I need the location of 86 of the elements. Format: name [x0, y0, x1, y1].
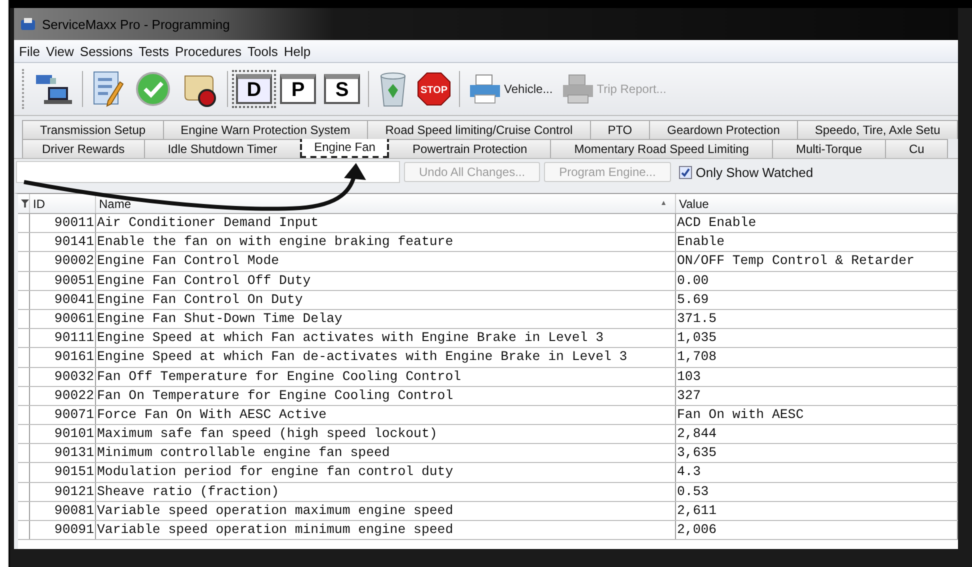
window-title: ServiceMaxx Pro - Programming	[42, 16, 230, 32]
menu-item[interactable]: Procedures	[175, 44, 242, 58]
menu-item[interactable]: Tests	[138, 44, 169, 58]
menu-item[interactable]: File	[19, 44, 40, 58]
tab[interactable]: Driver Rewards	[22, 139, 145, 158]
tab[interactable]: Geardown Protection	[649, 120, 798, 139]
table-cell: Fan On Temperature for Engine Cooling Control	[96, 386, 676, 405]
filter-icon[interactable]	[21, 199, 29, 208]
mode-button[interactable]: S	[324, 74, 360, 104]
table-cell: 90011	[30, 214, 96, 232]
table-cell: ACD Enable	[676, 214, 958, 232]
table-cell: Modulation period for engine fan control duty	[96, 463, 676, 482]
table-cell: Air Conditioner Demand Input	[96, 214, 676, 232]
table-cell: 90111	[30, 329, 96, 348]
tab[interactable]: Engine Warn Protection System	[162, 120, 368, 139]
table-cell: Engine Speed at which Fan de-activates with Engine Brake in Level 3	[96, 348, 676, 366]
table-cell: 90131	[30, 444, 96, 462]
menu-item[interactable]: Tools	[247, 44, 278, 58]
table-cell: Variable speed operation minimum engine speed	[96, 521, 676, 540]
tab[interactable]: Idle Shutdown Timer	[144, 139, 302, 158]
table-cell: 90071	[30, 406, 96, 424]
table-cell: 5.69	[676, 290, 958, 309]
watch-checkbox[interactable]: Only Show Watched	[678, 164, 814, 180]
table-cell: Engine Fan Control On Duty	[96, 290, 676, 309]
tab[interactable]: PTO	[590, 120, 650, 139]
stop-sign-icon[interactable]: STOP	[417, 72, 451, 106]
tab[interactable]: Road Speed limiting/Cruise Control	[367, 120, 591, 139]
checkbox[interactable]	[678, 166, 692, 178]
tab[interactable]: Powertrain Protection	[388, 139, 552, 158]
table-cell: Engine Speed at which Fan activates with Engine Brake in Level 3	[96, 329, 676, 348]
table-cell: 0.00	[676, 272, 958, 290]
menu-item[interactable]: Help	[284, 44, 311, 58]
table-cell: 90141	[30, 233, 96, 252]
tab[interactable]: Speedo, Tire, Axle Setu	[796, 120, 958, 139]
print-button[interactable]: Vehicle...	[468, 73, 553, 105]
table-cell: Fan Off Temperature for Engine Cooling Control	[96, 368, 676, 386]
table-cell: 0.53	[676, 482, 958, 501]
table-cell: 90061	[30, 310, 96, 328]
checkmark-icon[interactable]	[135, 71, 171, 107]
table-cell: 103	[676, 368, 958, 386]
table-cell: 2,611	[676, 502, 958, 520]
table-cell: Variable speed operation maximum engine speed	[96, 502, 676, 520]
table-cell: 90151	[30, 463, 96, 482]
mode-button[interactable]: P	[280, 74, 316, 104]
table-cell: ON/OFF Temp Control & Retarder	[676, 252, 958, 271]
menu-item[interactable]: Sessions	[80, 44, 133, 58]
table-cell: Engine Fan Control Off Duty	[96, 272, 676, 290]
column-header[interactable]: ID	[30, 194, 96, 213]
table-cell: Maximum safe fan speed (high speed lockout)	[96, 425, 676, 444]
table-cell: 2,006	[676, 521, 958, 540]
table-cell: Force Fan On With AESC Active	[96, 406, 676, 424]
table-cell: Fan On with AESC	[676, 406, 958, 424]
printer-icon	[560, 73, 595, 105]
table-cell: 1,035	[676, 329, 958, 348]
table-cell: 371.5	[676, 310, 958, 328]
tab[interactable]: Momentary Road Speed Limiting	[550, 139, 773, 158]
table-cell: Minimum controllable engine fan speed	[96, 444, 676, 462]
check-icon	[680, 166, 691, 178]
table-cell: 3,635	[676, 444, 958, 462]
tab[interactable]: Cu	[885, 139, 948, 158]
table-cell: Enable the fan on with engine braking feature	[96, 233, 676, 252]
menu-item[interactable]: View	[46, 44, 74, 58]
table-cell: Engine Fan Control Mode	[96, 252, 676, 271]
table-cell: 327	[676, 386, 958, 405]
filter-field[interactable]	[16, 161, 400, 183]
table-cell: 2,844	[676, 425, 958, 444]
table-cell: 90041	[30, 290, 96, 309]
table-cell: 90051	[30, 272, 96, 290]
tab[interactable]: Engine Fan	[300, 139, 390, 158]
table-cell: 4.3	[676, 463, 958, 482]
printer-icon	[468, 73, 502, 105]
column-header[interactable]: Value	[676, 194, 958, 213]
table-cell: 90002	[30, 252, 96, 271]
table-cell: 90022	[30, 386, 96, 405]
table-cell: 90161	[30, 348, 96, 366]
tab[interactable]: Multi-Torque	[772, 139, 886, 158]
table-cell: 1,708	[676, 348, 958, 366]
table-cell: 90101	[30, 425, 96, 444]
tab[interactable]: Transmission Setup	[22, 120, 164, 139]
table-cell: 90081	[30, 502, 96, 520]
table-cell: 90091	[30, 521, 96, 540]
table-cell: 90121	[30, 482, 96, 501]
table-cell: Enable	[676, 233, 958, 252]
table-cell: 90032	[30, 368, 96, 386]
table-cell: Engine Fan Shut-Down Time Delay	[96, 310, 676, 328]
table-cell: Sheave ratio (fraction)	[96, 482, 676, 501]
